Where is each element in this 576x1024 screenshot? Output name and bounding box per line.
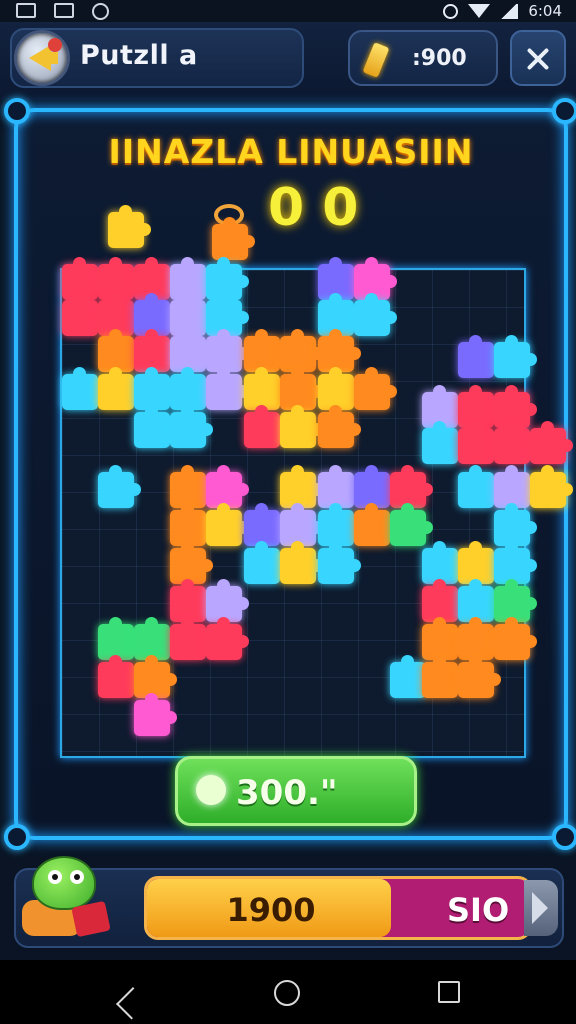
puzzle-piece[interactable] [530,465,573,508]
puzzle-piece[interactable] [98,465,141,508]
puzzle-piece[interactable] [422,421,465,464]
coin-value: :900 [412,46,467,71]
puzzle-piece[interactable] [458,465,501,508]
next-button[interactable] [524,880,558,936]
signal-icon [500,3,519,19]
puzzle-piece[interactable] [530,421,573,464]
puzzle-piece[interactable] [458,335,501,378]
alarm-icon [443,3,459,19]
nav-recents-icon[interactable] [438,981,460,1003]
puzzle-piece[interactable] [422,655,465,698]
puzzle-piece[interactable] [494,421,537,464]
close-button[interactable] [510,30,566,86]
data-notification-icon [92,3,109,20]
puzzle-piece[interactable] [206,617,249,660]
hint-button[interactable]: 300." [175,756,417,826]
game-header: Putzll a :900 [0,22,576,100]
puzzle-piece[interactable] [108,205,151,248]
puzzle-piece[interactable] [170,617,213,660]
puzzle-piece[interactable] [458,655,501,698]
progress-tag: SIO [447,891,510,929]
app-title: Putzll a [80,40,198,71]
puzzle-piece[interactable] [244,541,287,584]
hint-button-label: 300." [236,773,338,813]
photo-notification-icon [54,3,74,18]
puzzle-piece[interactable] [62,367,105,410]
system-icons: 6:04 [443,2,562,20]
puzzle-piece[interactable] [98,367,141,410]
puzzle-piece[interactable] [354,503,397,546]
puzzle-piece[interactable] [354,367,397,410]
dino-mascot-icon[interactable] [14,850,114,940]
puzzle-piece[interactable] [62,293,105,336]
puzzle-piece[interactable] [98,655,141,698]
puzzle-piece[interactable] [318,405,361,448]
gold-bar-icon [362,42,390,78]
notification-dot [48,38,62,52]
puzzle-piece[interactable] [206,367,249,410]
puzzle-piece[interactable] [318,541,361,584]
puzzle-piece[interactable] [280,541,323,584]
puzzle-piece[interactable] [458,421,501,464]
notification-icons [16,3,109,20]
puzzle-piece[interactable] [134,405,177,448]
sparkle-icon [196,775,226,805]
back-button[interactable] [14,30,70,86]
puzzle-piece[interactable] [494,617,537,660]
puzzle-piece[interactable] [212,217,255,260]
nav-back-icon[interactable] [116,987,149,1020]
progress-bar: 1900 SIO [144,876,532,940]
puzzle-piece[interactable] [390,503,433,546]
wifi-icon [468,4,491,18]
system-nav-bar [0,960,576,1024]
image-notification-icon [16,3,36,18]
progress-value: 1900 [226,891,316,929]
nav-home-icon[interactable] [274,980,300,1006]
coin-counter[interactable]: :900 [348,30,498,86]
puzzle-piece[interactable] [494,335,537,378]
puzzle-piece[interactable] [134,693,177,736]
status-bar: 6:04 [0,0,576,22]
status-time: 6:04 [528,2,562,20]
puzzle-piece[interactable] [390,655,433,698]
puzzle-pieces [18,112,573,844]
puzzle-piece[interactable] [206,503,249,546]
puzzle-piece[interactable] [244,405,287,448]
puzzle-piece[interactable] [280,405,323,448]
game-frame: IINAZLA LINUASIIN 0 0 300." [4,98,576,850]
puzzle-piece[interactable] [354,293,397,336]
puzzle-piece[interactable] [170,405,213,448]
